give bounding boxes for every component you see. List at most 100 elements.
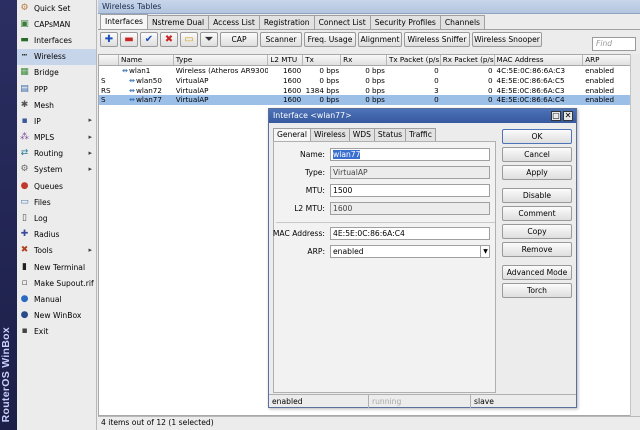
tab-registration[interactable]: Registration bbox=[258, 15, 315, 29]
comment-button[interactable]: ▭ bbox=[180, 32, 198, 47]
mtu-field[interactable]: 1500 bbox=[330, 184, 490, 197]
radius-icon: ✚ bbox=[20, 229, 29, 240]
sidebar-item-capsman[interactable]: ▣ CAPsMAN bbox=[17, 16, 96, 32]
column-header[interactable]: Type bbox=[174, 55, 269, 65]
cancel-button[interactable]: Cancel bbox=[502, 147, 572, 162]
dialog-tab-wds[interactable]: WDS bbox=[348, 128, 375, 141]
copy-button[interactable]: Copy bbox=[502, 224, 572, 239]
sidebar-item-label: IP bbox=[34, 116, 41, 126]
column-header[interactable]: ARP bbox=[583, 55, 637, 65]
sidebar-item-log[interactable]: ▯ Log bbox=[17, 210, 96, 226]
cap-button[interactable]: CAP bbox=[220, 32, 258, 47]
sidebar-item-ip[interactable]: ▪ IP ▸ bbox=[17, 113, 96, 129]
dialog-tab-status[interactable]: Status bbox=[373, 128, 407, 141]
sidebar-item-routing[interactable]: ⇄ Routing ▸ bbox=[17, 146, 96, 162]
cell-rxp: 0 bbox=[487, 75, 493, 85]
sidebar-item-ppp[interactable]: ▤ PPP bbox=[17, 81, 96, 97]
l2mtu-row: L2 MTU: 1600 bbox=[274, 202, 497, 215]
torch-button[interactable]: Torch bbox=[502, 283, 572, 298]
sidebar-item-manual[interactable]: ● Manual bbox=[17, 291, 96, 307]
restore-icon[interactable]: ▢ bbox=[551, 111, 561, 121]
name-field[interactable]: wlan77 bbox=[330, 148, 490, 161]
column-header[interactable]: L2 MTU bbox=[268, 55, 304, 65]
sidebar-item-mesh[interactable]: ✱ Mesh bbox=[17, 97, 96, 113]
column-header[interactable] bbox=[99, 55, 119, 65]
column-header[interactable]: Tx bbox=[303, 55, 342, 65]
brand-strip: RouterOS WinBox bbox=[0, 0, 17, 430]
column-header[interactable]: Rx Packet (p/s) bbox=[441, 55, 495, 65]
type-label: Type: bbox=[305, 168, 325, 177]
dialog-tab-general[interactable]: General bbox=[273, 128, 311, 141]
ok-button[interactable]: OK bbox=[502, 129, 572, 144]
sidebar-item-new-winbox[interactable]: ● New WinBox bbox=[17, 308, 96, 324]
dialog-tab-traffic[interactable]: Traffic bbox=[405, 128, 436, 141]
sidebar-item-new-terminal[interactable]: ▮ New Terminal bbox=[17, 259, 96, 275]
alignment-button[interactable]: Alignment bbox=[358, 32, 402, 47]
l2mtu-field: 1600 bbox=[330, 202, 490, 215]
log-icon: ▯ bbox=[22, 213, 27, 224]
filter-button[interactable]: ⏷ bbox=[200, 32, 218, 47]
sidebar-item-mpls[interactable]: ⁂ MPLS ▸ bbox=[17, 130, 96, 146]
table-row[interactable]: RS ⇹wlan72 VirtualAP 1600 1384 bps 0 bps 3 0 4E:… bbox=[99, 86, 637, 96]
comment-button[interactable]: Comment bbox=[502, 206, 572, 221]
system-icon: ⚙ bbox=[20, 164, 29, 175]
mac-address-field[interactable]: 4E:5E:0C:86:6A:C4 bbox=[330, 227, 490, 240]
sidebar-item-make-supout-rif[interactable]: ▫ Make Supout.rif bbox=[17, 275, 96, 291]
wireless-snooper-button[interactable]: Wireless Snooper bbox=[472, 32, 542, 47]
sidebar-item-label: Wireless bbox=[34, 52, 66, 62]
apply-button[interactable]: Apply bbox=[502, 165, 572, 180]
sidebar-item-label: New WinBox bbox=[34, 311, 82, 321]
sidebar-item-files[interactable]: ▭ Files bbox=[17, 194, 96, 210]
dialog-title-bar[interactable]: Interface <wlan77> ▢ ✕ bbox=[269, 109, 576, 123]
sidebar-item-system[interactable]: ⚙ System ▸ bbox=[17, 162, 96, 178]
tab-security-profiles[interactable]: Security Profiles bbox=[369, 15, 441, 29]
dropdown-arrow-icon[interactable]: ▼ bbox=[480, 246, 490, 257]
table-body: ⇹wlan1 Wireless (Atheros AR9300) 1600 0 bps… bbox=[99, 66, 637, 106]
enable-button[interactable]: ✔ bbox=[140, 32, 158, 47]
sidebar-item-queues[interactable]: ● Queues bbox=[17, 178, 96, 194]
interface-dialog: Interface <wlan77> ▢ ✕ General Wireless WD… bbox=[268, 108, 577, 408]
tab-connect-list[interactable]: Connect List bbox=[313, 15, 371, 29]
arp-select[interactable]: enabled bbox=[330, 245, 490, 258]
table-row[interactable]: ⇹wlan1 Wireless (Atheros AR9300) 1600 0 bps… bbox=[99, 66, 637, 76]
cell-mac: 4E:5E:0C:86:6A:C4 bbox=[496, 95, 565, 105]
find-input[interactable]: Find bbox=[592, 37, 636, 51]
sidebar-item-label: Files bbox=[34, 197, 51, 207]
scanner-button[interactable]: Scanner bbox=[260, 32, 302, 47]
disable-button[interactable]: ✖ bbox=[160, 32, 178, 47]
column-header[interactable]: MAC Address bbox=[495, 55, 584, 65]
table-row[interactable]: S ⇹wlan77 VirtualAP 1600 0 bps 0 bps 0 0 4E:5E:0… bbox=[99, 95, 637, 106]
cell-flag: S bbox=[101, 95, 106, 105]
advanced-mode-button[interactable]: Advanced Mode bbox=[502, 265, 572, 280]
name-row: Name: wlan77 bbox=[274, 148, 497, 161]
column-header[interactable]: Rx bbox=[341, 55, 387, 65]
sidebar-item-wireless[interactable]: ┅ Wireless bbox=[17, 48, 96, 65]
table-row[interactable]: S ⇹wlan50 VirtualAP 1600 0 bps 0 bps 0 0 4E:5E:0… bbox=[99, 76, 637, 86]
close-icon[interactable]: ✕ bbox=[563, 111, 573, 121]
sidebar-item-interfaces[interactable]: ▬ Interfaces bbox=[17, 32, 96, 48]
vertical-scrollbar[interactable] bbox=[630, 54, 640, 416]
tab-nstreme-dual[interactable]: Nstreme Dual bbox=[146, 15, 210, 29]
tab-channels[interactable]: Channels bbox=[439, 15, 486, 29]
dialog-tab-wireless[interactable]: Wireless bbox=[309, 128, 350, 141]
column-header[interactable]: Tx Packet (p/s) bbox=[387, 55, 441, 65]
sidebar-item-label: Bridge bbox=[34, 68, 59, 78]
tab-access-list[interactable]: Access List bbox=[208, 15, 260, 29]
column-header[interactable]: Name bbox=[119, 55, 174, 65]
disable-button[interactable]: Disable bbox=[502, 188, 572, 203]
sidebar-item-quick-set[interactable]: ⚙ Quick Set bbox=[17, 0, 96, 16]
add-button[interactable]: ✚ bbox=[100, 32, 118, 47]
remove-button[interactable]: ▬ bbox=[120, 32, 138, 47]
tab-interfaces[interactable]: Interfaces bbox=[100, 14, 148, 29]
wireless-sniffer-button[interactable]: Wireless Sniffer bbox=[404, 32, 470, 47]
cell-tx: 1384 bps bbox=[305, 85, 340, 95]
freq-usage-button[interactable]: Freq. Usage bbox=[304, 32, 356, 47]
mtu-label: MTU: bbox=[305, 186, 325, 195]
sidebar-item-radius[interactable]: ✚ Radius bbox=[17, 227, 96, 243]
remove-button[interactable]: Remove bbox=[502, 242, 572, 257]
cell-mac: 4E:5E:0C:86:6A:C5 bbox=[496, 75, 565, 85]
sidebar-item-tools[interactable]: ✖ Tools ▸ bbox=[17, 243, 96, 259]
sidebar-item-bridge[interactable]: ▦ Bridge bbox=[17, 65, 96, 81]
winbox-app: RouterOS WinBox ⚙ Quick Set ▣ CAPsMAN ▬ Inter… bbox=[0, 0, 640, 430]
sidebar-item-exit[interactable]: ▪ Exit bbox=[17, 324, 96, 340]
